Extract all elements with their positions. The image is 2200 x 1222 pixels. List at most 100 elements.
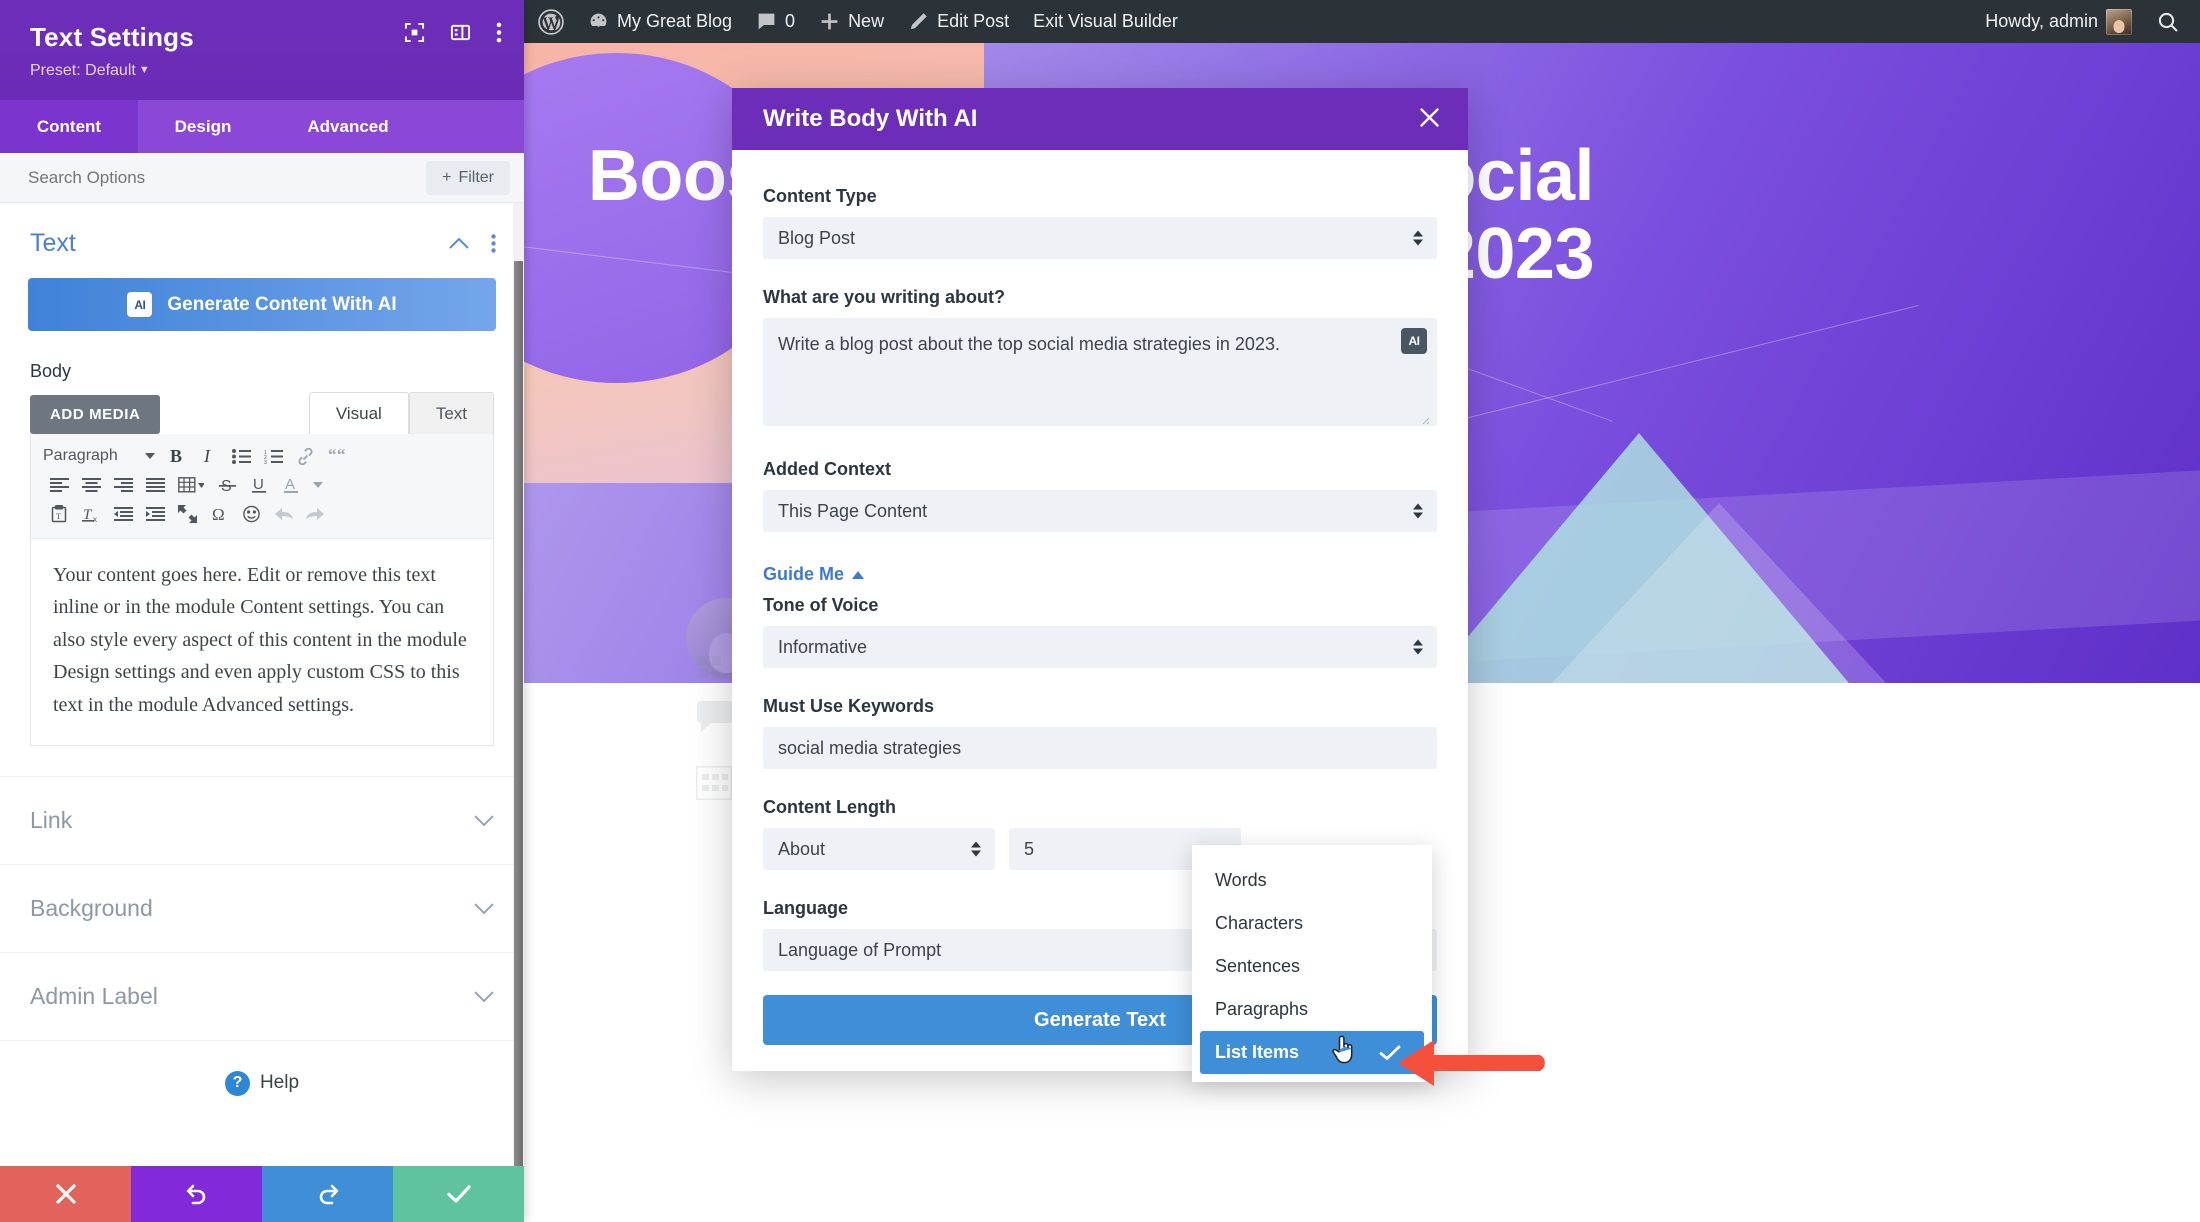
- settings-panel-scrollbar[interactable]: [513, 203, 524, 1166]
- layout-panel-icon[interactable]: [450, 22, 471, 43]
- tab-content[interactable]: Content: [0, 100, 138, 153]
- adminbar-item-exit-visual-builder[interactable]: Exit Visual Builder: [1021, 0, 1190, 43]
- check-icon: [446, 1185, 471, 1203]
- dropdown-item-list-items-label: List Items: [1215, 1042, 1300, 1062]
- redo-button[interactable]: [262, 1166, 393, 1222]
- accordion-background[interactable]: Background: [0, 863, 524, 952]
- align-right-icon[interactable]: [107, 472, 139, 498]
- dropdown-item-words[interactable]: Words: [1192, 859, 1432, 902]
- adminbar-item-search[interactable]: [2144, 0, 2200, 43]
- added-context-select[interactable]: This Page Content: [763, 490, 1437, 532]
- dropdown-item-paragraphs[interactable]: Paragraphs: [1192, 988, 1432, 1031]
- comment-bubble-icon: [758, 13, 775, 30]
- keywords-input[interactable]: [763, 727, 1437, 769]
- blockquote-icon[interactable]: ““: [321, 443, 353, 469]
- body-field-label: Body: [30, 361, 72, 381]
- kebab-menu-icon[interactable]: [491, 234, 496, 253]
- clear-formatting-icon[interactable]: Tx: [75, 501, 107, 527]
- settings-tabs: Content Design Advanced: [0, 100, 524, 153]
- help-link[interactable]: ? Help: [0, 1039, 524, 1096]
- length-qualifier-select[interactable]: About: [763, 828, 995, 870]
- dropdown-item-sentences[interactable]: Sentences: [1192, 945, 1432, 988]
- text-color-icon[interactable]: A: [275, 472, 307, 498]
- keywords-label: Must Use Keywords: [763, 696, 935, 716]
- redo-icon[interactable]: [299, 501, 331, 527]
- preset-selector[interactable]: Preset: Default ▼: [30, 62, 498, 80]
- prompt-textarea[interactable]: [763, 318, 1437, 426]
- accordion-admin-label[interactable]: Admin Label: [0, 951, 524, 1040]
- search-input[interactable]: [28, 153, 358, 202]
- section-header-actions: [449, 234, 496, 253]
- close-button[interactable]: [1419, 106, 1440, 132]
- strikethrough-icon[interactable]: S: [211, 472, 243, 498]
- format-select[interactable]: Paragraph: [43, 447, 161, 465]
- bold-icon[interactable]: B: [161, 443, 193, 469]
- italic-icon[interactable]: I: [193, 443, 225, 469]
- tab-design[interactable]: Design: [138, 100, 268, 153]
- numbered-list-icon[interactable]: 123: [257, 443, 289, 469]
- undo-button[interactable]: [131, 1166, 262, 1222]
- link-icon[interactable]: [289, 443, 321, 469]
- tone-select[interactable]: Informative: [763, 626, 1437, 668]
- triangle-up-icon: [852, 570, 865, 579]
- resize-grip-icon[interactable]: [1418, 413, 1430, 425]
- calendar-icon: [696, 766, 732, 800]
- accordion-link[interactable]: Link: [0, 775, 524, 864]
- settings-panel-header-icons: [404, 22, 502, 43]
- kebab-menu-icon[interactable]: [496, 22, 502, 43]
- editor-toolbar: Paragraph B I 123 ““ S U A T T x Ω: [31, 434, 493, 539]
- cancel-button[interactable]: [0, 1166, 131, 1222]
- chevron-down-icon: [474, 903, 494, 915]
- added-context-select-wrap: This Page Content: [763, 490, 1437, 532]
- tab-visual[interactable]: Visual: [308, 392, 409, 434]
- save-button[interactable]: [393, 1166, 524, 1222]
- adminbar-item-comments[interactable]: 0: [744, 0, 807, 43]
- add-media-button[interactable]: ADD MEDIA: [30, 395, 161, 434]
- scrollbar-thumb[interactable]: [514, 261, 523, 1166]
- search-icon: [2158, 12, 2178, 32]
- table-icon[interactable]: [171, 472, 211, 498]
- guide-me-toggle[interactable]: Guide Me: [763, 564, 865, 585]
- text-color-dropdown-icon[interactable]: [307, 472, 329, 498]
- adminbar-item-wp-logo[interactable]: [524, 0, 576, 43]
- tab-text[interactable]: Text: [408, 392, 494, 434]
- fullscreen-icon[interactable]: [171, 501, 203, 527]
- settings-panel-footer: [0, 1166, 524, 1222]
- ai-badge-icon[interactable]: AI: [1401, 328, 1427, 354]
- paste-as-text-icon[interactable]: T: [43, 501, 75, 527]
- dropdown-item-list-items[interactable]: List Items: [1200, 1031, 1424, 1074]
- chevron-down-icon: [474, 815, 494, 827]
- content-type-select[interactable]: Blog Post: [763, 217, 1437, 259]
- adminbar-item-site-name[interactable]: My Great Blog: [576, 0, 744, 43]
- svg-text:I: I: [203, 447, 211, 466]
- align-justify-icon[interactable]: [139, 472, 171, 498]
- emoji-icon[interactable]: [235, 501, 267, 527]
- tone-label: Tone of Voice: [763, 595, 879, 615]
- align-left-icon[interactable]: [43, 472, 75, 498]
- accordion-admin-label-label: Admin Label: [30, 982, 158, 1009]
- outdent-icon[interactable]: [107, 501, 139, 527]
- undo-icon[interactable]: [267, 501, 299, 527]
- underline-icon[interactable]: U: [243, 472, 275, 498]
- special-character-icon[interactable]: Ω: [203, 501, 235, 527]
- dropdown-item-characters[interactable]: Characters: [1192, 902, 1432, 945]
- filter-button[interactable]: + Filter: [426, 160, 510, 195]
- prompt-textarea-wrap: AI: [763, 318, 1437, 431]
- svg-text:“: “: [328, 448, 337, 464]
- chevron-up-icon[interactable]: [449, 237, 469, 250]
- align-center-icon[interactable]: [75, 472, 107, 498]
- adminbar-item-edit-post[interactable]: Edit Post: [896, 0, 1021, 43]
- editor-content-text[interactable]: Your content goes here. Edit or remove t…: [31, 539, 493, 745]
- dashboard-icon: [590, 13, 607, 27]
- adminbar-item-howdy[interactable]: Howdy, admin: [1973, 0, 2144, 43]
- bulleted-list-icon[interactable]: [225, 443, 257, 469]
- generate-content-with-ai-button[interactable]: AI Generate Content With AI: [28, 278, 496, 331]
- adminbar-item-new[interactable]: New: [807, 0, 896, 43]
- focus-target-icon[interactable]: [404, 22, 425, 43]
- tab-advanced[interactable]: Advanced: [268, 100, 428, 153]
- indent-icon[interactable]: [139, 501, 171, 527]
